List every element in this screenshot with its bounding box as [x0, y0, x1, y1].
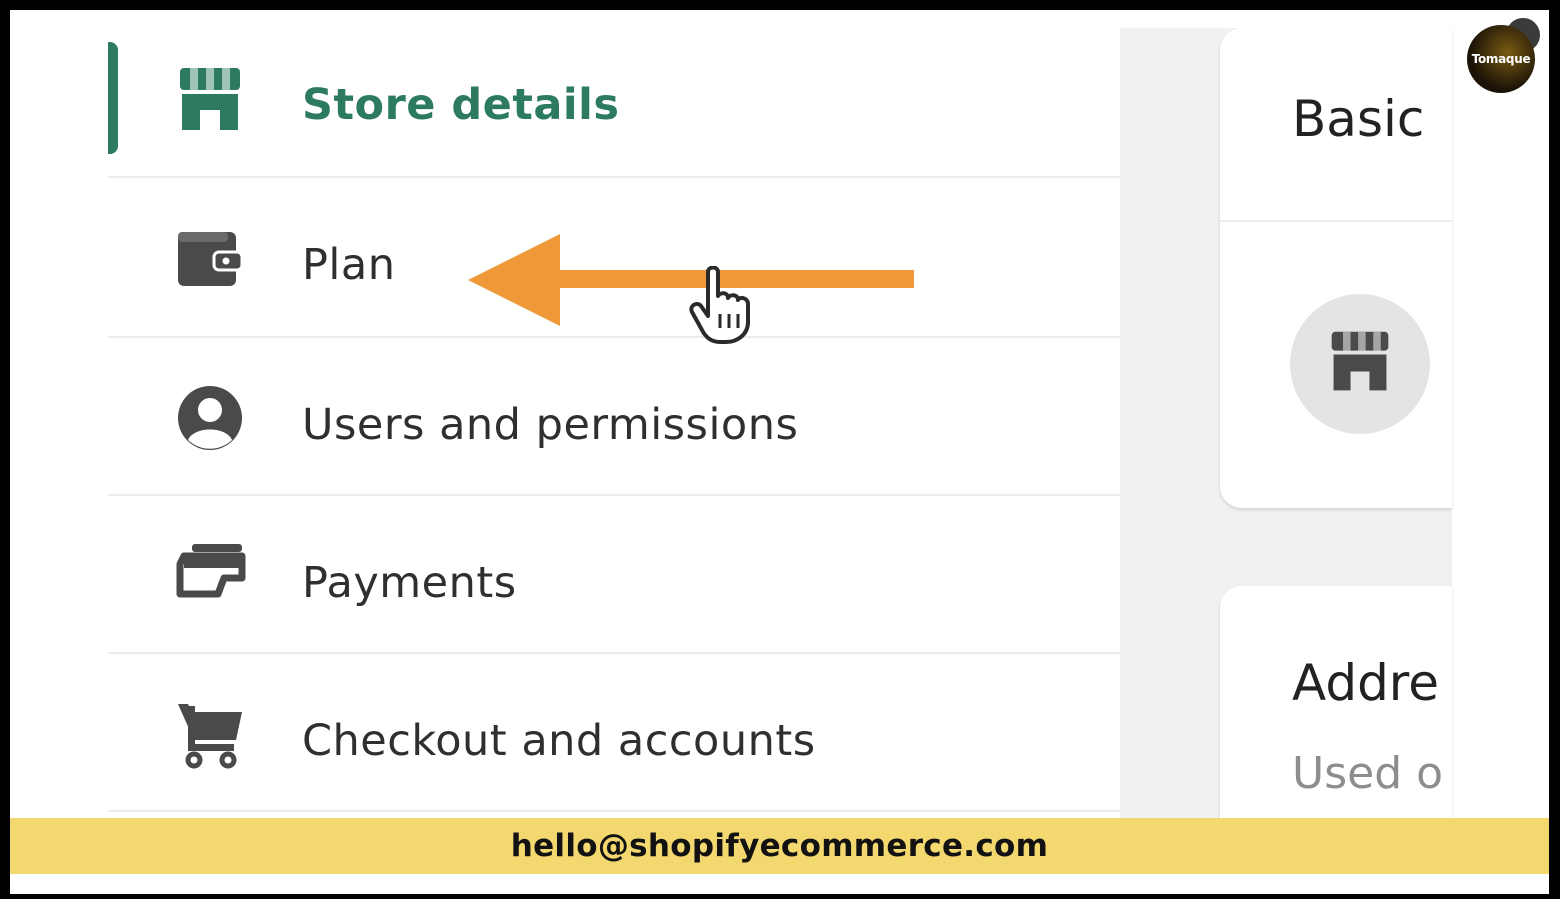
brand-logo: Tomaque [1467, 25, 1535, 93]
card-title: Basic [1292, 90, 1425, 148]
sidebar-item-label: Store details [302, 80, 620, 130]
contact-email[interactable]: hello@shopifyecommerce.com [511, 828, 1049, 864]
card-subtitle: Used o [1292, 748, 1444, 799]
user-circle-icon [178, 386, 242, 450]
sidebar-item-label: Plan [302, 240, 396, 290]
sidebar-item-checkout-and-accounts[interactable]: Checkout and accounts [108, 654, 1120, 812]
divider [108, 810, 1120, 812]
main-content: Basic Addre Used o [1120, 28, 1452, 846]
sidebar-item-label: Checkout and accounts [302, 716, 816, 766]
settings-sidebar: Store details Plan Users and permissions [108, 10, 1120, 818]
storefront-icon [180, 68, 240, 130]
address-card: Addre Used o [1220, 586, 1452, 846]
bottom-strip [0, 899, 1560, 907]
wallet-icon [178, 232, 244, 286]
screenshot-frame: Store details Plan Users and permissions [10, 10, 1549, 894]
sidebar-item-users-and-permissions[interactable]: Users and permissions [108, 338, 1120, 496]
sidebar-item-label: Users and permissions [302, 400, 799, 450]
divider [1220, 220, 1452, 222]
footer-banner: hello@shopifyecommerce.com [10, 818, 1549, 874]
sidebar-item-store-details[interactable]: Store details [108, 10, 1120, 168]
logo-text: Tomaque [1471, 52, 1531, 66]
storefront-icon [1331, 331, 1389, 391]
card-title: Addre [1292, 654, 1440, 712]
active-indicator [108, 42, 118, 154]
store-avatar[interactable] [1290, 294, 1430, 434]
basic-info-card: Basic [1220, 28, 1452, 508]
hand-pointer-icon [689, 266, 750, 344]
sidebar-item-payments[interactable]: Payments [108, 496, 1120, 654]
cart-icon [178, 704, 242, 769]
sidebar-item-label: Payments [302, 558, 517, 608]
payments-icon [176, 544, 246, 598]
